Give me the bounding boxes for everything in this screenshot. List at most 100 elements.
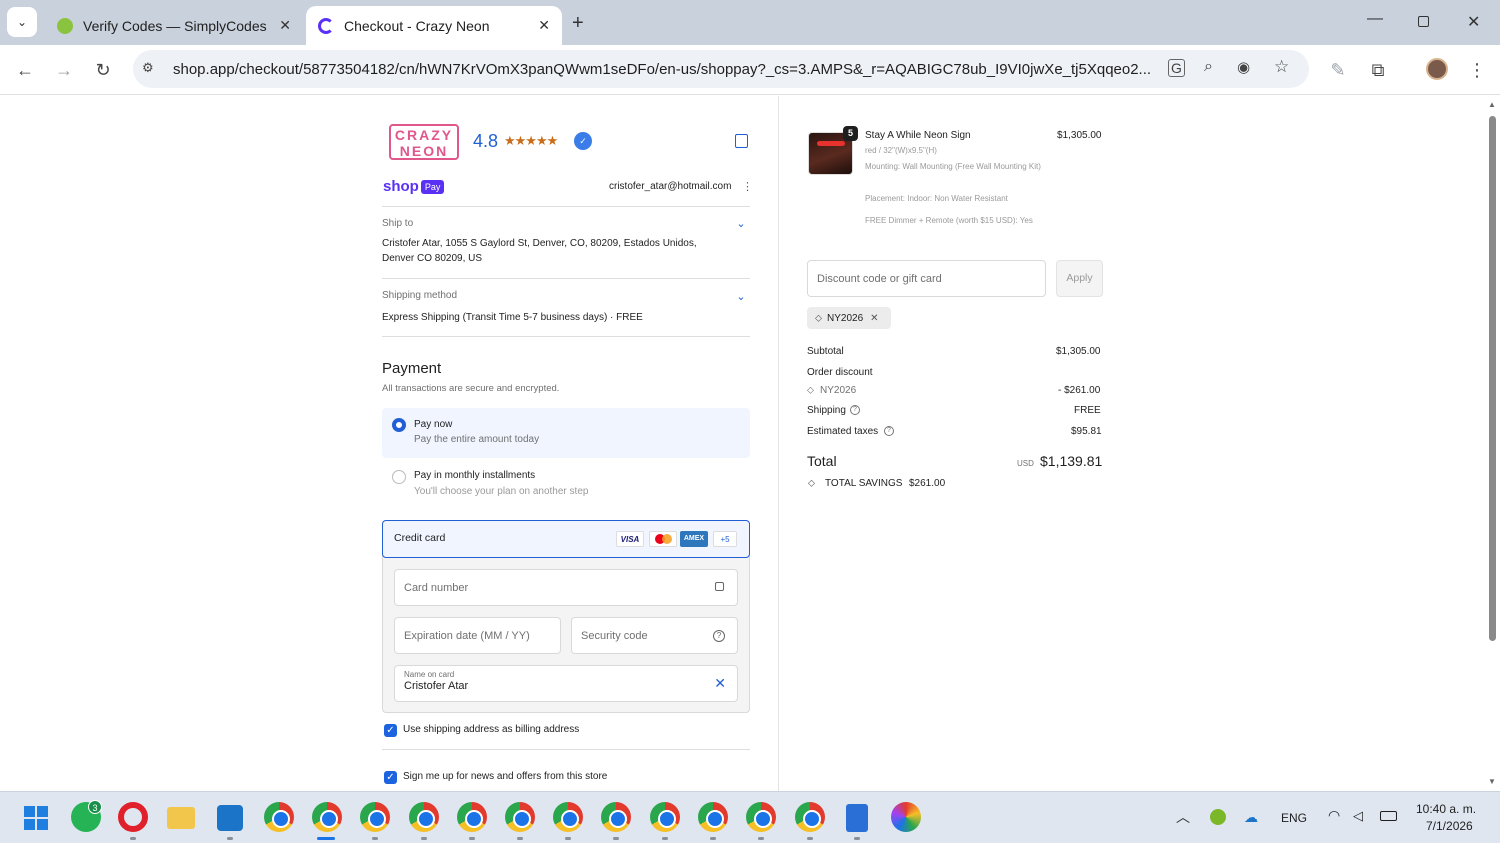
notepad-icon[interactable] bbox=[846, 804, 868, 832]
app-indicator bbox=[469, 837, 475, 840]
shipping-method-chevron-icon[interactable]: ⌄ bbox=[733, 289, 749, 305]
site-info-icon[interactable]: ⚙ bbox=[142, 60, 154, 76]
tab-strip: ⌄ Verify Codes — SimplyCodes ✕ Checkout … bbox=[0, 0, 1500, 45]
bookmark-star-icon[interactable]: ☆ bbox=[1274, 57, 1289, 77]
chrome-profile-icon[interactable] bbox=[312, 802, 342, 832]
payment-subheading: All transactions are secure and encrypte… bbox=[382, 383, 560, 394]
file-explorer-icon[interactable] bbox=[167, 807, 195, 829]
eye-off-icon[interactable]: ◉ bbox=[1237, 58, 1250, 76]
ship-to-label: Ship to bbox=[382, 218, 414, 229]
back-icon[interactable]: ← bbox=[13, 60, 37, 80]
zoom-icon[interactable]: ⌕ bbox=[1204, 58, 1213, 76]
verified-badge-icon[interactable]: ✓ bbox=[574, 132, 592, 150]
forward-icon[interactable]: → bbox=[52, 60, 76, 80]
outlook-icon[interactable] bbox=[217, 805, 243, 831]
chrome-profile-icon[interactable] bbox=[795, 802, 825, 832]
chrome-profile-icon[interactable] bbox=[746, 802, 776, 832]
taxes-info-icon[interactable]: ? bbox=[884, 426, 894, 436]
chrome-profile-icon[interactable] bbox=[698, 802, 728, 832]
apply-button[interactable]: Apply bbox=[1056, 260, 1103, 297]
close-tab-icon[interactable]: ✕ bbox=[279, 17, 291, 34]
scroll-down-icon[interactable]: ▼ bbox=[1488, 777, 1496, 786]
tab-search-button[interactable]: ⌄ bbox=[7, 7, 37, 37]
tray-chevron-icon[interactable]: ︿ bbox=[1176, 807, 1190, 827]
tab-simplycodes[interactable]: Verify Codes — SimplyCodes ✕ bbox=[45, 6, 303, 45]
amex-icon: AMEX bbox=[680, 531, 708, 547]
security-placeholder: Security code bbox=[581, 629, 648, 642]
radio-unselected[interactable] bbox=[392, 470, 406, 484]
extensions-icon[interactable]: ⧉ bbox=[1366, 60, 1390, 80]
help-icon[interactable]: ? bbox=[713, 630, 725, 642]
edit-icon[interactable]: ✎ bbox=[1326, 60, 1350, 80]
profile-avatar[interactable] bbox=[1426, 58, 1448, 80]
volume-icon[interactable]: ◁ bbox=[1353, 808, 1363, 824]
shipping-info-icon[interactable]: ? bbox=[850, 405, 860, 415]
windows-taskbar: 3 ︿ ☁ ENG ◠ ◁ 10:40 a. m. 7/1/2026 bbox=[0, 791, 1500, 843]
close-window-icon[interactable]: ✕ bbox=[1467, 12, 1480, 32]
chrome-profile-icon[interactable] bbox=[650, 802, 680, 832]
clock-time[interactable]: 10:40 a. m. bbox=[1416, 802, 1476, 816]
chrome-profile-icon[interactable] bbox=[601, 802, 631, 832]
billing-checkbox-label: Use shipping address as billing address bbox=[403, 724, 580, 735]
total-value: $1,139.81 bbox=[1040, 453, 1103, 469]
chrome-profile-icon[interactable] bbox=[553, 802, 583, 832]
opera-icon[interactable] bbox=[118, 802, 148, 832]
windows-start-icon[interactable] bbox=[24, 806, 48, 830]
chrome-profile-icon[interactable] bbox=[457, 802, 487, 832]
page-scrollbar[interactable]: ▲ ▼ bbox=[1485, 96, 1500, 791]
security-code-input[interactable]: Security code ? bbox=[571, 617, 738, 654]
address-bar[interactable]: ⚙ shop.app/checkout/58773504182/cn/hWN7K… bbox=[133, 50, 1309, 88]
credit-card-header[interactable]: Credit card VISA AMEX +5 bbox=[382, 520, 750, 558]
new-tab-icon[interactable]: + bbox=[572, 12, 584, 35]
shipping-method-label: Shipping method bbox=[382, 290, 458, 301]
chrome-icon[interactable] bbox=[264, 802, 294, 832]
total-savings-value: $261.00 bbox=[909, 478, 946, 489]
close-tab-icon[interactable]: ✕ bbox=[538, 17, 550, 34]
wifi-icon[interactable]: ◠ bbox=[1328, 807, 1340, 824]
app-indicator bbox=[710, 837, 716, 840]
simplycodes-favicon-icon bbox=[57, 17, 73, 34]
subtotal-value: $1,305.00 bbox=[1056, 346, 1101, 357]
chrome-profile-icon[interactable] bbox=[409, 802, 439, 832]
radio-selected[interactable] bbox=[392, 418, 406, 432]
store-logo[interactable]: CRAZY NEON bbox=[389, 124, 459, 160]
account-menu-icon[interactable]: ⋮ bbox=[742, 180, 753, 193]
url-text[interactable]: shop.app/checkout/58773504182/cn/hWN7KrV… bbox=[173, 61, 1158, 78]
scroll-up-icon[interactable]: ▲ bbox=[1488, 100, 1496, 109]
tray-app-icon[interactable] bbox=[1210, 809, 1226, 825]
billing-checkbox[interactable]: ✓ bbox=[384, 724, 397, 737]
scrollbar-thumb[interactable] bbox=[1489, 116, 1496, 641]
menu-icon[interactable]: ⋮ bbox=[1465, 60, 1489, 80]
card-number-placeholder: Card number bbox=[404, 581, 469, 594]
onedrive-icon[interactable]: ☁ bbox=[1244, 809, 1258, 826]
remove-code-icon[interactable]: ✕ bbox=[870, 313, 878, 324]
chrome-profile-icon[interactable] bbox=[360, 802, 390, 832]
product-variant: red / 32"(W)x9.5"(H) bbox=[865, 146, 937, 155]
discount-code-label: NY2026 bbox=[820, 385, 857, 396]
clock-date[interactable]: 7/1/2026 bbox=[1426, 819, 1473, 833]
card-number-input[interactable]: Card number bbox=[394, 569, 738, 606]
minimize-icon[interactable]: — bbox=[1367, 10, 1383, 28]
installments-option[interactable]: Pay in monthly installments You'll choos… bbox=[382, 462, 750, 502]
account-email[interactable]: cristofer_atar@hotmail.com bbox=[609, 181, 731, 192]
expiry-input[interactable]: Expiration date (MM / YY) bbox=[394, 617, 561, 654]
discount-code-input[interactable]: Discount code or gift card bbox=[807, 260, 1046, 297]
ship-to-address-line2: Denver CO 80209, US bbox=[382, 253, 483, 264]
reload-icon[interactable]: ↻ bbox=[91, 60, 115, 80]
rating-stars: ★★★★★ bbox=[504, 133, 558, 148]
app-indicator bbox=[227, 837, 233, 840]
clear-icon[interactable]: ✕ bbox=[714, 675, 726, 692]
chrome-profile-icon[interactable] bbox=[505, 802, 535, 832]
newsletter-checkbox[interactable]: ✓ bbox=[384, 771, 397, 784]
restore-icon[interactable] bbox=[1418, 16, 1429, 27]
name-on-card-input[interactable]: Name on card Cristofer Atar ✕ bbox=[394, 665, 738, 702]
language-indicator[interactable]: ENG bbox=[1281, 811, 1307, 825]
pay-now-option[interactable]: Pay now Pay the entire amount today bbox=[382, 408, 750, 458]
ship-to-chevron-icon[interactable]: ⌄ bbox=[733, 216, 749, 232]
translate-icon[interactable]: G bbox=[1168, 59, 1185, 77]
divider-line bbox=[382, 278, 750, 279]
battery-icon[interactable] bbox=[1380, 811, 1397, 821]
shopping-bag-icon[interactable] bbox=[735, 134, 748, 148]
tab-checkout[interactable]: Checkout - Crazy Neon ✕ bbox=[306, 6, 562, 45]
colorful-app-icon[interactable] bbox=[891, 802, 921, 832]
